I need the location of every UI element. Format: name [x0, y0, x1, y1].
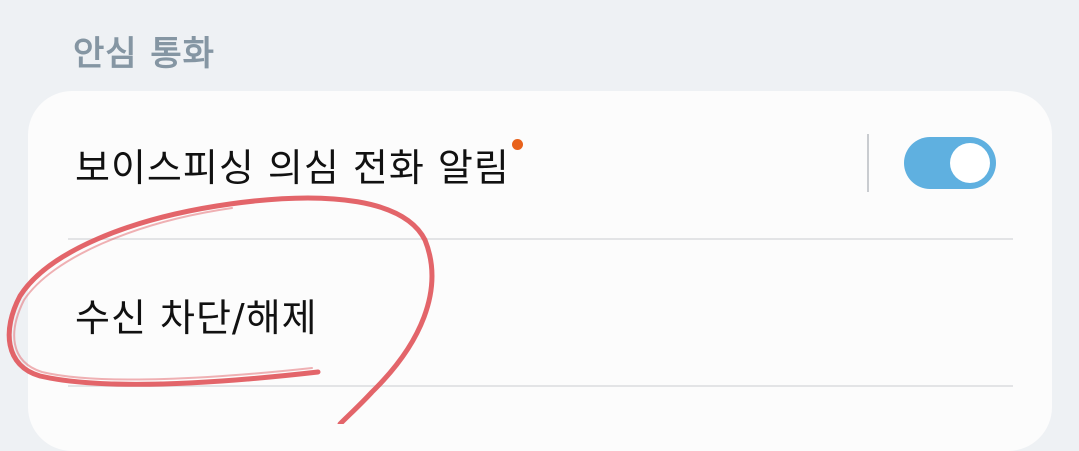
row-divider — [68, 238, 1013, 240]
block-unblock-calls-label: 수신 차단/해제 — [75, 296, 318, 340]
row-vertical-divider — [867, 134, 869, 192]
settings-card: 보이스피싱 의심 전화 알림 수신 차단/해제 — [28, 91, 1052, 451]
block-unblock-calls-row[interactable]: 수신 차단/해제 — [75, 287, 318, 342]
new-badge-dot — [511, 139, 523, 150]
toggle-knob — [950, 143, 990, 183]
row-divider — [68, 385, 1013, 387]
section-header: 안심 통화 — [73, 34, 215, 74]
voice-phishing-alert-row[interactable]: 보이스피싱 의심 전화 알림 — [75, 137, 523, 192]
voice-phishing-alert-label: 보이스피싱 의심 전화 알림 — [75, 146, 510, 190]
voice-phishing-alert-toggle[interactable] — [904, 137, 996, 189]
